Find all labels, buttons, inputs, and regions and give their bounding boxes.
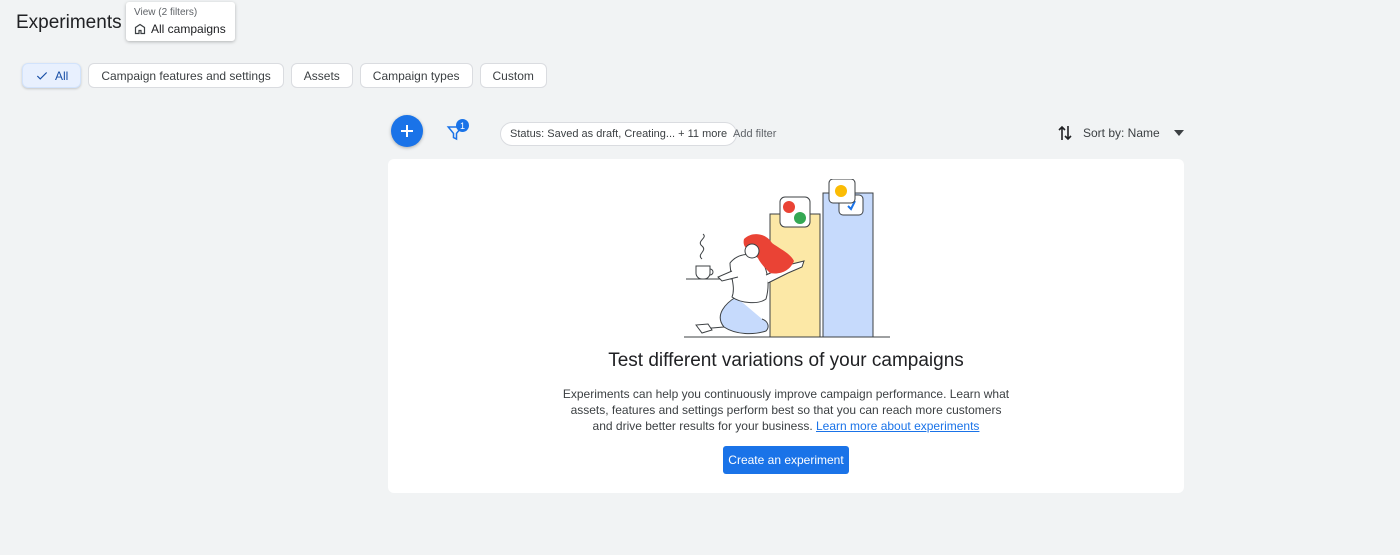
learn-more-link[interactable]: Learn more about experiments xyxy=(816,419,979,433)
filter-count-badge: 1 xyxy=(456,119,469,132)
empty-state-description: Experiments can help you continuously im… xyxy=(560,386,1012,434)
chip-label: Campaign features and settings xyxy=(101,68,271,83)
status-filter-label: Status: Saved as draft, Creating... + 11… xyxy=(510,128,728,140)
empty-state-title: Test different variations of your campai… xyxy=(608,350,964,371)
building-icon xyxy=(134,23,146,35)
filter-toggle-button[interactable]: 1 xyxy=(446,119,470,145)
chip-assets[interactable]: Assets xyxy=(290,63,353,88)
category-chip-row: All Campaign features and settings Asset… xyxy=(22,63,547,88)
sort-dropdown[interactable]: Sort by: Name xyxy=(1057,124,1184,142)
page-title: Experiments xyxy=(16,12,122,33)
chip-custom[interactable]: Custom xyxy=(479,63,547,88)
view-value-label: All campaigns xyxy=(151,22,226,36)
add-experiment-button[interactable] xyxy=(391,115,423,147)
chip-campaign-features[interactable]: Campaign features and settings xyxy=(88,63,284,88)
status-filter-chip[interactable]: Status: Saved as draft, Creating... + 11… xyxy=(500,122,738,146)
plus-icon xyxy=(401,125,413,137)
experiments-illustration xyxy=(684,179,890,338)
sort-icon xyxy=(1058,125,1072,141)
empty-state-card: Test different variations of your campai… xyxy=(388,159,1184,493)
chip-all[interactable]: All xyxy=(22,63,82,88)
chip-label: Assets xyxy=(303,68,340,83)
sort-label: Sort by: Name xyxy=(1083,126,1160,140)
check-icon xyxy=(36,71,48,80)
chip-label: All xyxy=(55,68,69,83)
chip-campaign-types[interactable]: Campaign types xyxy=(359,63,473,88)
create-experiment-button[interactable]: Create an experiment xyxy=(723,446,849,474)
chip-label: Campaign types xyxy=(372,68,460,83)
caret-down-icon xyxy=(1173,130,1184,136)
view-value: All campaigns xyxy=(134,22,227,36)
chip-label: Custom xyxy=(492,68,534,83)
view-selector[interactable]: View (2 filters) All campaigns xyxy=(126,2,235,41)
view-caption: View (2 filters) xyxy=(134,7,198,18)
add-filter-button[interactable]: Add filter xyxy=(733,128,776,140)
